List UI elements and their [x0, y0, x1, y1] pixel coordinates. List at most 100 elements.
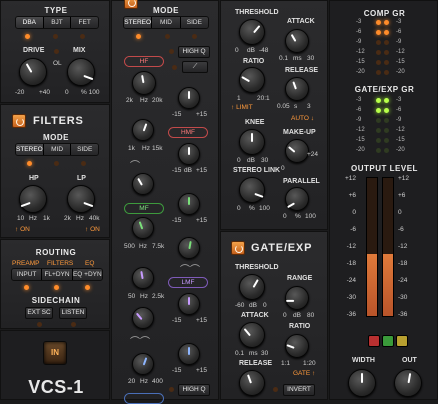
out-knob[interactable]	[394, 369, 422, 397]
ol-led	[54, 49, 59, 54]
eq-mode-mid[interactable]: MID	[152, 17, 181, 28]
comp-gr-scale-r2: -6	[396, 29, 402, 35]
lp-on-indicator[interactable]: ↑ ON	[85, 226, 100, 233]
routing-selector[interactable]: INPUT FL+DYN EQ +DYN	[11, 268, 103, 281]
out-scale-3: 0	[352, 209, 356, 216]
hp-on-label: ON	[20, 226, 30, 233]
hf-shelf-button[interactable]: ⟋	[182, 61, 208, 73]
gate-gr-meter: -3 -6 -9 -12 -15 -20 -3 -6 -9 -12 -15 -2…	[356, 97, 416, 157]
type-led-dba	[25, 34, 30, 39]
comp-gr-scale-r3: -9	[396, 39, 402, 45]
lf-gain-knob[interactable]	[178, 343, 200, 365]
gate-thr-min: -60	[235, 302, 245, 309]
gate-release-knob[interactable]	[239, 370, 265, 396]
lp-scale-unit: Hz	[76, 215, 84, 222]
hmf-bell-icon: ⌒	[130, 161, 140, 172]
comp-release-knob[interactable]	[285, 77, 309, 101]
filters-mode-stereo[interactable]: STEREO	[16, 144, 44, 155]
mix-scale-max: % 100	[81, 89, 100, 96]
hmf-freq-knob[interactable]	[132, 173, 154, 195]
routing-eq-dyn[interactable]: EQ +DYN	[72, 269, 102, 280]
gate-range-max: 80	[307, 312, 315, 319]
link-scale-unit: %	[249, 205, 255, 212]
hmf-gain-knob[interactable]	[178, 143, 200, 165]
gate-gr-led-3b	[384, 118, 389, 123]
lf-high-q-button[interactable]: HIGH Q	[178, 384, 210, 396]
mf-freq-knob[interactable]	[132, 217, 154, 239]
gate-mode-toggle[interactable]: GATE ↑	[293, 370, 315, 377]
listen-button[interactable]: LISTEN	[59, 307, 87, 319]
hf-q-scale-min: 1k	[128, 145, 135, 152]
eq-mode-led-stereo	[136, 34, 141, 39]
routing-title: ROUTING	[35, 248, 77, 257]
drive-knob[interactable]	[19, 58, 47, 86]
lp-knob[interactable]	[67, 185, 95, 213]
comp-ratio-knob[interactable]	[239, 67, 265, 93]
mf-freq-min: 500	[124, 243, 135, 250]
lf-tag	[124, 393, 164, 404]
lmf-gain-knob[interactable]	[178, 293, 200, 315]
type-fet[interactable]: FET	[71, 17, 98, 28]
width-knob[interactable]	[348, 369, 376, 397]
out-scale-r7: -24	[398, 277, 408, 284]
invert-button[interactable]: INVERT	[283, 384, 315, 396]
lmf-q-knob[interactable]	[132, 307, 154, 329]
out-scale-r2: +6	[398, 192, 406, 199]
ext-sc-button[interactable]: EXT SC	[25, 307, 53, 319]
type-bjt[interactable]: BJT	[43, 17, 72, 28]
gate-ratio-knob[interactable]	[285, 334, 309, 358]
gate-range-knob[interactable]	[285, 286, 309, 310]
output-meter-right	[382, 177, 394, 317]
lmf-freq-knob[interactable]	[132, 267, 154, 289]
eq-mode-stereo[interactable]: STEREO	[124, 17, 153, 28]
type-selector[interactable]: DBA BJT FET	[15, 16, 99, 29]
mix-knob[interactable]	[67, 58, 95, 86]
hp-on-indicator[interactable]: ↑ ON	[15, 226, 30, 233]
comp-threshold-knob[interactable]	[239, 19, 265, 45]
comp-gr-scale-4: -12	[356, 49, 365, 55]
limit-toggle[interactable]: ↑ LIMIT	[231, 104, 253, 111]
eq-mode-selector[interactable]: STEREO MID SIDE	[123, 16, 209, 29]
mf-freq-max: 7.5k	[152, 243, 165, 250]
filters-mode-selector[interactable]: STEREO MID SIDE	[15, 143, 99, 156]
parallel-knob[interactable]	[285, 187, 309, 211]
solo-button[interactable]	[382, 335, 394, 347]
comp-attack-knob[interactable]	[285, 29, 309, 53]
comp-knee-max: 30	[261, 157, 269, 164]
lf-freq-knob[interactable]	[132, 353, 154, 375]
filters-mode-mid[interactable]: MID	[43, 144, 72, 155]
hf-q-knob[interactable]	[132, 119, 154, 141]
gate-threshold-knob[interactable]	[239, 274, 265, 300]
stereo-link-knob[interactable]	[239, 177, 265, 203]
mf-freq-unit: Hz	[139, 243, 147, 250]
hf-gain-knob[interactable]	[178, 87, 200, 109]
comp-knee-knob[interactable]	[239, 129, 265, 155]
hp-knob[interactable]	[19, 185, 47, 213]
comp-knee-min: 0	[237, 157, 241, 164]
type-led-fet	[80, 34, 85, 39]
type-dba[interactable]: DBA	[16, 17, 44, 28]
out-scale-r3: 0	[398, 209, 402, 216]
in-button[interactable]: IN	[43, 341, 67, 365]
gate-power-button[interactable]	[231, 241, 245, 255]
mf-q-knob[interactable]	[178, 237, 200, 259]
mute-button[interactable]	[368, 335, 380, 347]
routing-fl-dyn[interactable]: FL+DYN	[42, 269, 73, 280]
mf-gain-knob[interactable]	[178, 193, 200, 215]
gate-thr-unit: dB	[249, 302, 257, 309]
routing-input[interactable]: INPUT	[12, 269, 43, 280]
eq-high-q-button[interactable]: HIGH Q	[178, 46, 210, 58]
out-scale-9: -36	[346, 311, 356, 318]
auto-toggle[interactable]: AUTO ↓	[291, 115, 314, 122]
extra-button[interactable]	[396, 335, 408, 347]
hp-label: HP	[29, 175, 39, 182]
mix-scale-min: 0	[65, 89, 69, 96]
out-scale-7: -24	[346, 277, 356, 284]
comp-makeup-knob[interactable]	[285, 139, 309, 163]
filters-mode-side[interactable]: SIDE	[71, 144, 98, 155]
gate-attack-knob[interactable]	[239, 322, 265, 348]
filters-power-button[interactable]	[12, 114, 26, 128]
eq-mode-side[interactable]: SIDE	[180, 17, 208, 28]
hf-freq-knob[interactable]	[132, 71, 156, 95]
lf-high-q-led	[169, 387, 174, 392]
